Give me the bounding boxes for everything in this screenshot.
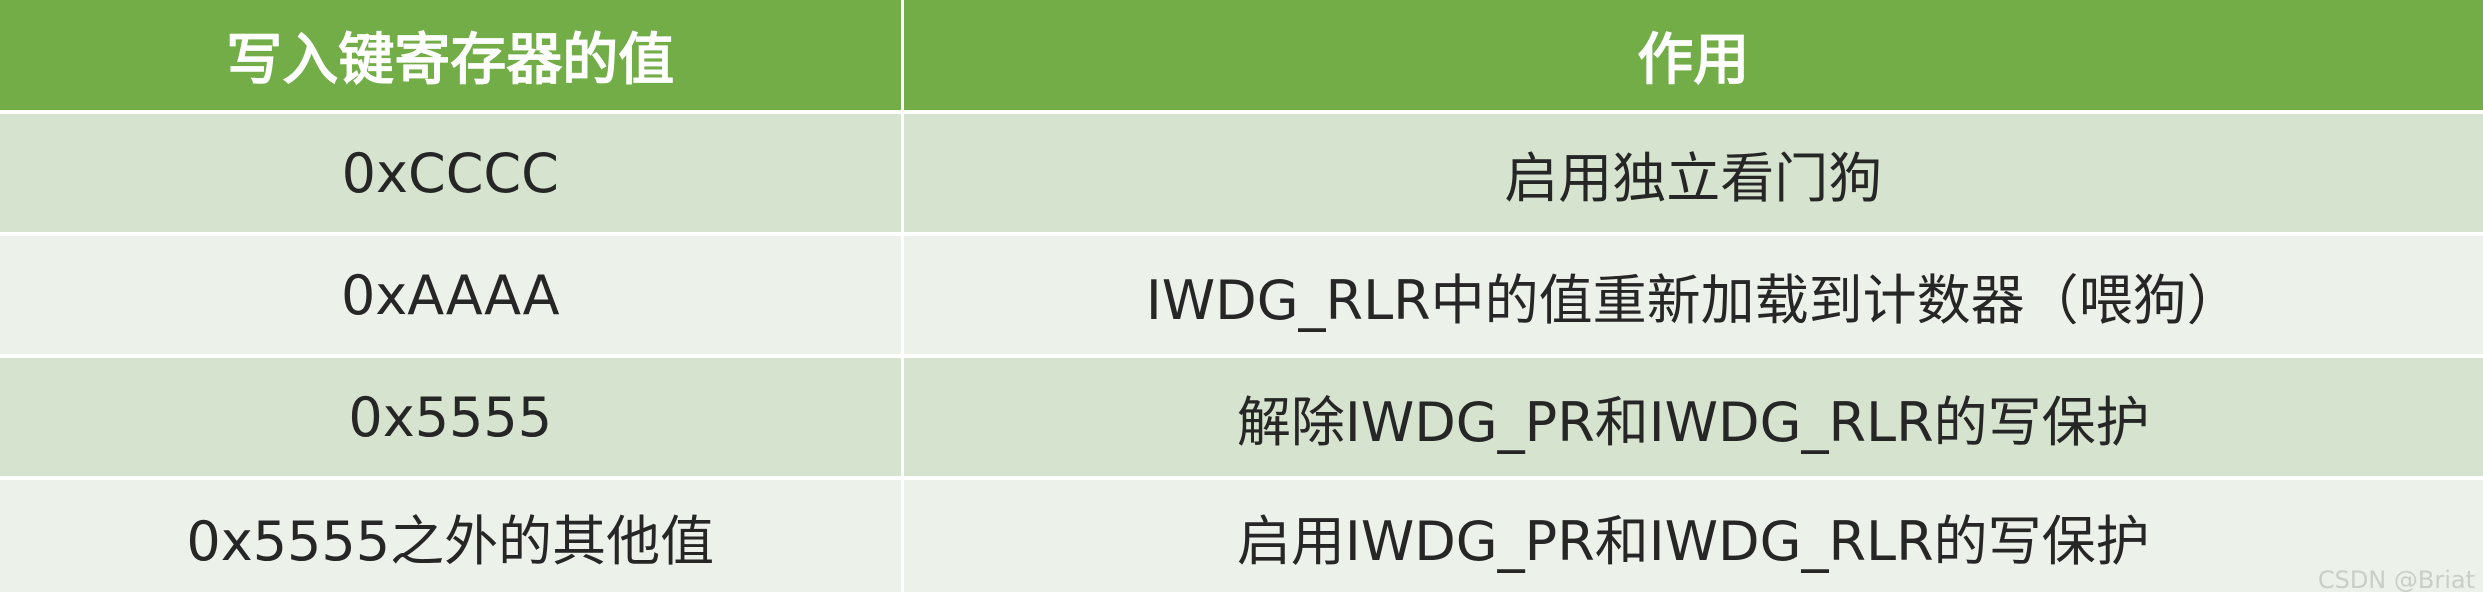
table-row: 0xAAAA IWDG_RLR中的值重新加载到计数器（喂狗） (0, 234, 2483, 358)
table-row: 0xCCCC 启用独立看门狗 (0, 112, 2483, 236)
column-header-value: 写入键寄存器的值 (0, 0, 904, 114)
watermark-text: CSDN @Briat (2317, 566, 2475, 594)
column-header-effect: 作用 (902, 0, 2483, 114)
key-value-cell: 0xCCCC (0, 112, 904, 236)
key-value-cell: 0x5555之外的其他值 (0, 478, 904, 592)
table-row: 0x5555之外的其他值 启用IWDG_PR和IWDG_RLR的写保护 (0, 478, 2483, 592)
effect-cell: 启用IWDG_PR和IWDG_RLR的写保护 (902, 478, 2483, 592)
effect-cell: 启用独立看门狗 (902, 112, 2483, 236)
table-row: 0x5555 解除IWDG_PR和IWDG_RLR的写保护 (0, 356, 2483, 480)
key-value-cell: 0x5555 (0, 356, 904, 480)
effect-cell: IWDG_RLR中的值重新加载到计数器（喂狗） (902, 234, 2483, 358)
iwdg-key-register-table: 写入键寄存器的值 作用 0xCCCC 启用独立看门狗 0xAAAA IWDG_R… (0, 0, 2483, 592)
effect-cell: 解除IWDG_PR和IWDG_RLR的写保护 (902, 356, 2483, 480)
table-header-row: 写入键寄存器的值 作用 (0, 0, 2483, 114)
key-value-cell: 0xAAAA (0, 234, 904, 358)
